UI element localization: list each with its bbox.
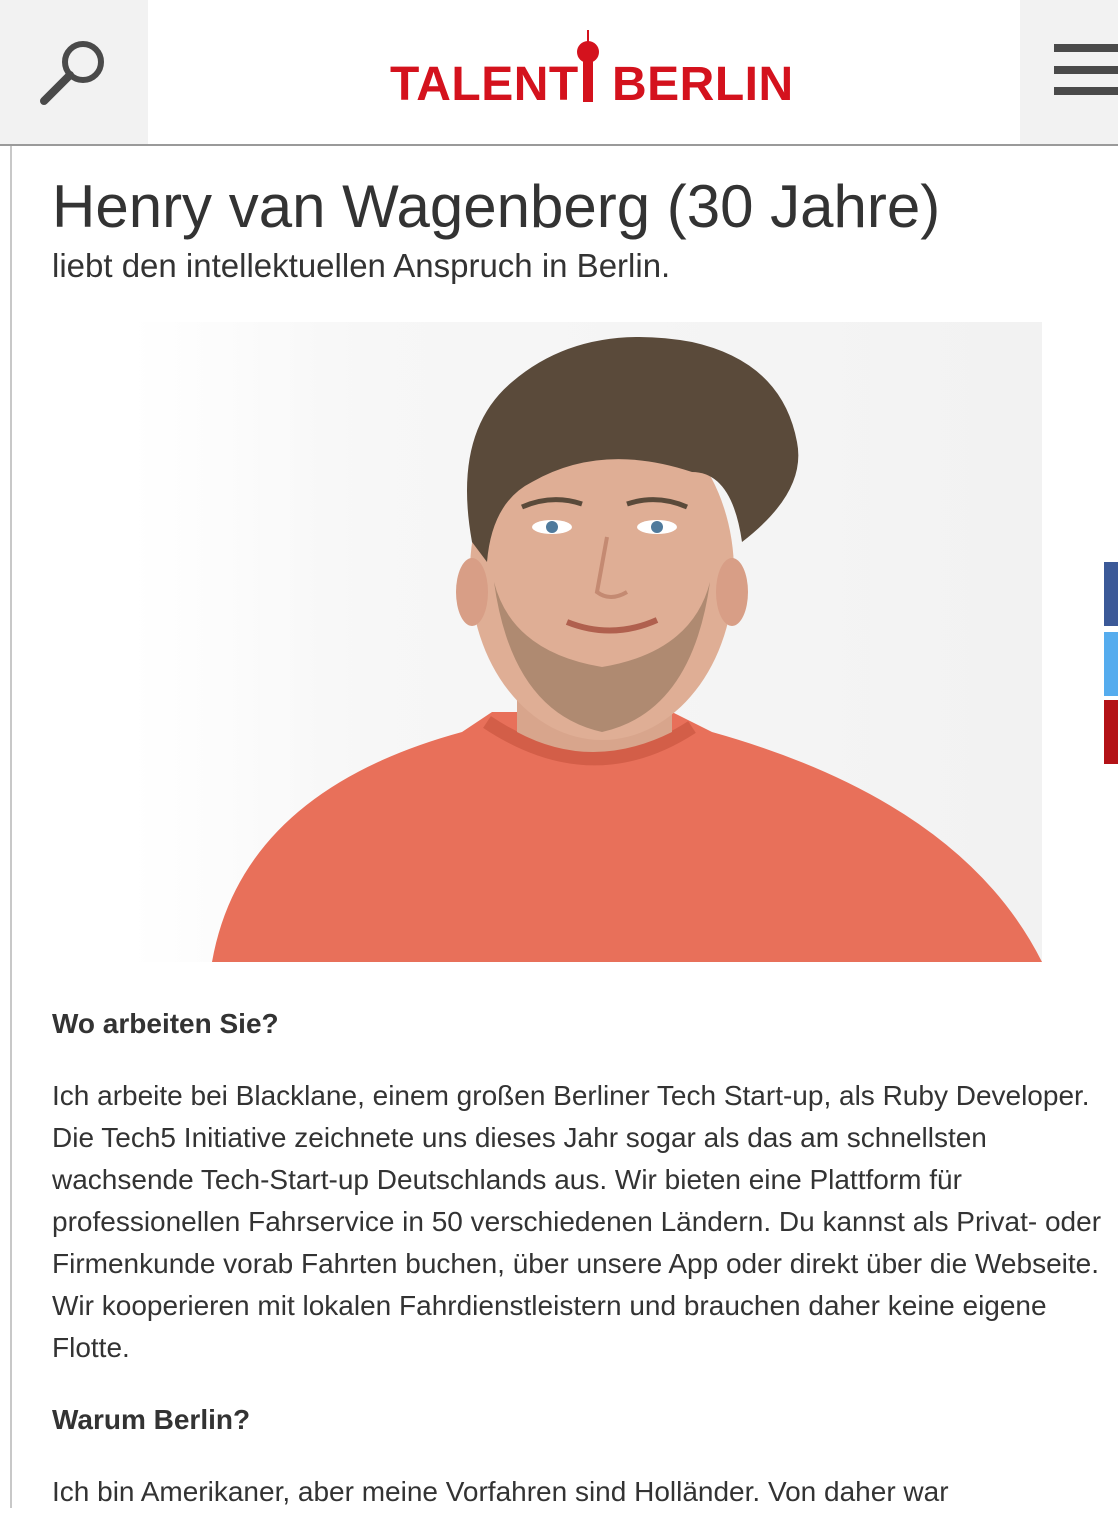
page-subtitle: liebt den intellektuellen Anspruch in Be… <box>52 247 671 284</box>
twitter-share-button[interactable] <box>1104 632 1118 696</box>
tv-tower-icon <box>577 30 599 102</box>
question-why-berlin: Warum Berlin? <box>52 1404 251 1435</box>
talent-berlin-logo[interactable]: TALENT BERLIN <box>390 30 793 111</box>
logo-text-talent: TALENT <box>390 58 579 111</box>
article-content: Henry van Wagenberg (30 Jahre) liebt den… <box>10 146 1118 1508</box>
search-button[interactable] <box>0 0 148 144</box>
page-title: Henry van Wagenberg (30 Jahre) <box>52 173 941 240</box>
portrait-photo <box>132 322 1042 962</box>
logo-text-berlin: BERLIN <box>612 58 794 111</box>
menu-button[interactable] <box>1020 0 1118 144</box>
search-icon <box>40 41 104 105</box>
pinterest-share-button[interactable] <box>1104 700 1118 764</box>
answer-where-work: Ich arbeite bei Blacklane, einem großen … <box>52 1080 1102 1363</box>
top-navigation-bar: TALENT BERLIN <box>0 0 1118 146</box>
facebook-share-button[interactable] <box>1104 562 1118 626</box>
question-where-work: Wo arbeiten Sie? <box>52 1008 279 1039</box>
answer-why-berlin: Ich bin Amerikaner, aber meine Vorfahren… <box>52 1476 949 1507</box>
